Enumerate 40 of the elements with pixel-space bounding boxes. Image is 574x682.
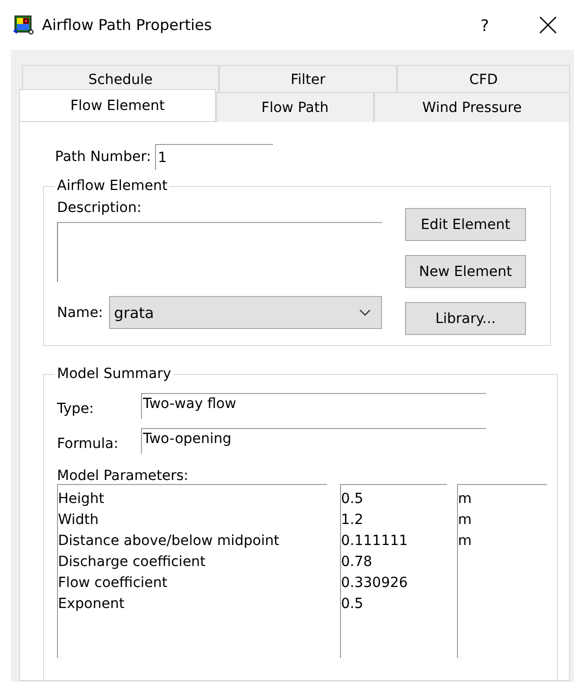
type-field: Two-way flow xyxy=(141,393,486,419)
parameter-name: Discharge coefficient xyxy=(58,553,207,572)
name-dropdown[interactable]: grata xyxy=(109,296,382,329)
chevron-down-icon[interactable] xyxy=(359,308,371,316)
tab[interactable]: Filter xyxy=(219,65,397,93)
help-button[interactable]: ? xyxy=(480,16,489,34)
action-button[interactable]: Edit Element xyxy=(405,208,526,241)
type-label: Type: xyxy=(57,401,95,419)
parameter-value: 0.5 xyxy=(341,490,364,509)
path-number-label: Path Number: xyxy=(55,149,151,165)
parameter-unit: m xyxy=(458,532,473,551)
parameter-unit: m xyxy=(458,490,473,509)
formula-label: Formula: xyxy=(57,436,120,454)
parameter-name: Flow coefficient xyxy=(58,574,168,593)
tab[interactable]: Flow Path xyxy=(216,92,374,122)
parameters-label: Model Parameters: xyxy=(57,468,190,484)
app-icon xyxy=(12,15,34,35)
parameter-unit: m xyxy=(458,511,473,530)
name-label: Name: xyxy=(57,304,104,320)
parameter-value: 0.111111 xyxy=(341,532,409,551)
parameter-name: Width xyxy=(58,511,100,530)
parameter-value: 0.5 xyxy=(341,595,364,614)
description-label: Description: xyxy=(57,200,142,216)
group-title: Airflow Element xyxy=(56,178,168,194)
formula-field: Two-opening xyxy=(141,428,486,454)
tab[interactable]: Wind Pressure xyxy=(374,92,570,122)
tab[interactable]: Flow Element xyxy=(19,89,216,121)
parameter-value: 0.78 xyxy=(341,553,374,572)
path-number-field[interactable]: 1 xyxy=(154,144,273,170)
window-title: Airflow Path Properties xyxy=(42,16,213,34)
parameter-name: Distance above/below midpoint xyxy=(58,532,280,551)
parameter-value: 0.330926 xyxy=(341,574,409,593)
action-button[interactable]: Library... xyxy=(405,302,526,335)
tab[interactable]: CFD xyxy=(397,65,570,93)
parameter-name: Height xyxy=(58,490,106,509)
parameter-name: Exponent xyxy=(58,595,126,614)
action-button[interactable]: New Element xyxy=(405,255,526,288)
parameter-value: 1.2 xyxy=(341,511,364,530)
close-icon[interactable] xyxy=(539,16,557,34)
group-title: Model Summary xyxy=(56,366,172,382)
